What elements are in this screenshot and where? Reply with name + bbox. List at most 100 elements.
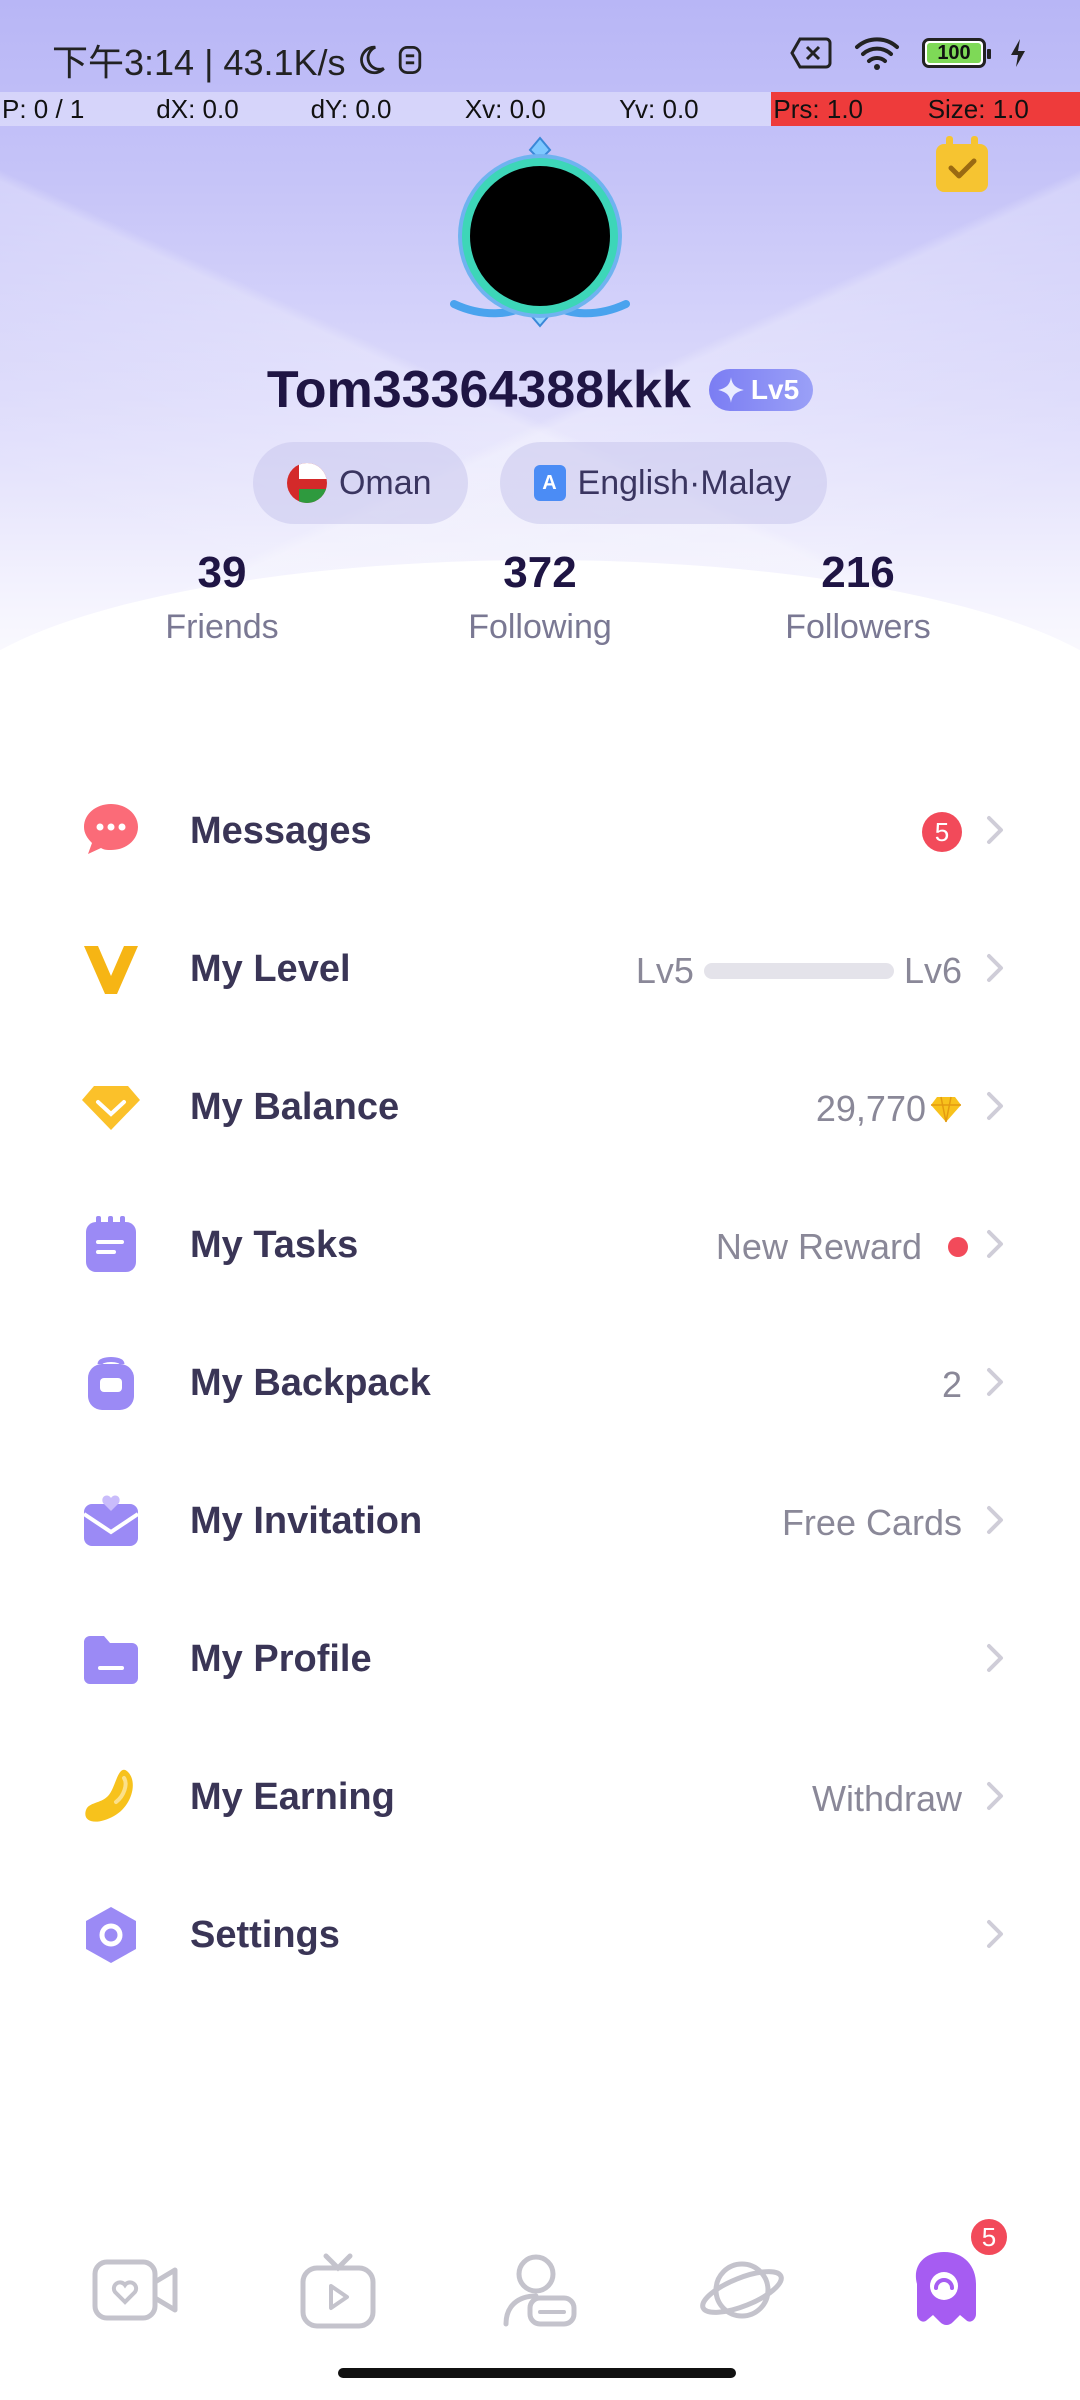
tasks-reward-text: New Reward [715,1226,922,1267]
stat-followers[interactable]: 216 Followers [728,548,988,647]
menu-item-label: My Tasks [190,1224,359,1266]
level-to: Lv6 [903,950,962,991]
level-badge[interactable]: Lv5 [708,369,814,411]
stat-value: 216 [821,548,895,597]
battery-icon: 100 [922,38,991,68]
level-progress-bar [703,963,894,979]
country-label: Oman [338,463,432,502]
bottom-navigation [0,2220,1080,2350]
level-badge-label: Lv5 [750,374,800,405]
stat-value: 372 [503,548,577,597]
nav-live[interactable] [288,2240,388,2340]
status-left: 下午3:14 | 43.1K/s [52,34,424,86]
chat-bubble-icon [84,804,138,854]
language-icon: A [533,465,566,501]
menu-item-my-tasks[interactable]: My Tasks New Reward [0,1176,1080,1314]
debug-xv: Xv: 0.0 [464,94,546,124]
balance-amount: 29,770 [815,1088,926,1129]
menu-item-my-profile[interactable]: My Profile [0,1590,1080,1728]
messages-value: 5 [922,812,962,852]
menu-item-my-invitation[interactable]: My Invitation Free Cards [0,1452,1080,1590]
balance-value: 29,770 [816,1088,962,1130]
stat-label: Following [468,608,612,646]
invitation-value: Free Cards [781,1502,962,1543]
moon-icon [359,45,385,75]
debug-pointer-count: P: 0 / 1 [2,94,85,124]
menu-item-my-earning[interactable]: My Earning Withdraw [0,1728,1080,1866]
me-icon [915,2252,976,2325]
menu-item-label: My Earning [190,1776,395,1818]
status-right: 100 [790,36,1028,70]
earning-value: Withdraw [811,1778,962,1819]
charging-icon [1011,39,1025,67]
debug-size: Size: 1.0 [925,92,1080,126]
menu-item-label: My Invitation [190,1500,423,1542]
pointer-debug-bar: P: 0 / 1 dX: 0.0 dY: 0.0 Xv: 0.0 Yv: 0.0… [0,92,1080,126]
nav-explore[interactable] [692,2240,792,2340]
language-chip[interactable]: A English·Malay [499,442,828,524]
avatar-frame[interactable] [448,134,632,330]
new-dot [948,1237,968,1257]
level-progress: Lv5 Lv6 [636,950,962,992]
bean-coin-icon [85,1769,133,1822]
chevron-right-icon [987,954,1003,982]
menu-item-my-level[interactable]: My Level Lv5 Lv6 [0,900,1080,1038]
nav-video-chat[interactable] [86,2240,186,2340]
level-from: Lv5 [635,950,694,991]
folder-icon [84,1636,138,1684]
level-v-icon [84,946,138,994]
checkin-calendar-icon[interactable] [934,134,990,194]
home-indicator[interactable] [338,2368,736,2378]
stat-label: Friends [165,608,279,646]
diamond-icon [82,1086,140,1130]
chevron-right-icon [987,1092,1003,1120]
me-notification-badge: 5 [968,2216,1010,2258]
menu-item-my-backpack[interactable]: My Backpack 2 [0,1314,1080,1452]
chevron-right-icon [987,1782,1003,1810]
video-chat-icon [92,2259,178,2321]
profile-chips: Oman A English·Malay [0,442,1080,524]
menu-item-messages[interactable]: Messages 5 [0,762,1080,900]
debug-yv: Yv: 0.0 [619,94,699,124]
menu-item-label: My Profile [190,1638,372,1680]
planet-icon [700,2261,784,2319]
chevron-right-icon [987,1644,1003,1672]
chevron-right-icon [987,1920,1003,1948]
task-notepad-icon [86,1216,136,1272]
menu-item-settings[interactable]: Settings [0,1866,1080,2004]
notification-icon [398,46,421,74]
stat-value: 39 [197,548,247,597]
contacts-icon [503,2254,577,2327]
oman-flag-icon [286,463,327,503]
avatar[interactable] [462,158,618,314]
stat-label: Followers [785,608,931,646]
debug-pressure: Prs: 1.0 [771,92,926,126]
live-tv-icon [300,2253,376,2329]
wifi-icon [855,37,899,70]
status-bar: 下午3:14 | 43.1K/s 100 [0,0,1080,92]
chevron-right-icon [987,1368,1003,1396]
menu-item-label: Messages [190,810,372,852]
sim-off-icon [790,37,832,69]
debug-dx: dX: 0.0 [156,94,239,124]
country-chip[interactable]: Oman [252,442,468,524]
nav-contacts[interactable] [490,2240,590,2340]
gem-icon [931,1096,961,1123]
menu-item-label: My Level [190,948,351,990]
debug-dy: dY: 0.0 [310,94,392,124]
chevron-right-icon [987,1230,1003,1258]
sparkle-icon [718,377,744,403]
tasks-value: New Reward [716,1226,968,1268]
backpack-icon [88,1357,134,1410]
unread-badge: 5 [922,812,962,852]
menu-item-label: My Backpack [190,1362,431,1404]
backpack-count: 2 [941,1364,962,1405]
settings-hexagon-icon [86,1907,136,1963]
stat-following[interactable]: 372 Following [410,548,670,647]
menu-item-my-balance[interactable]: My Balance 29,770 [0,1038,1080,1176]
chevron-right-icon [987,1506,1003,1534]
menu-item-label: My Balance [190,1086,400,1128]
username: Tom33364388kkk [266,361,691,419]
stat-friends[interactable]: 39 Friends [92,548,352,647]
chevron-right-icon [987,816,1003,844]
